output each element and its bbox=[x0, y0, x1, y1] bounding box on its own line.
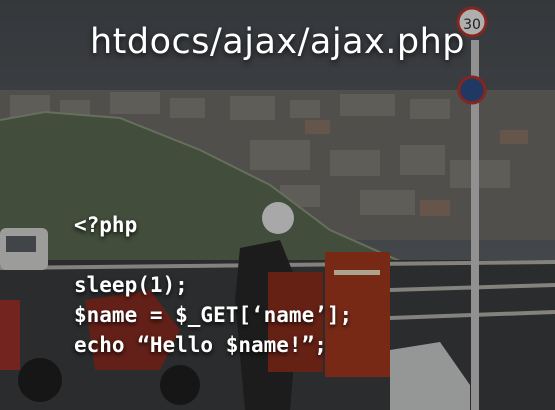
code-line: $name = $_GET[‘name’]; bbox=[74, 303, 353, 327]
code-line: sleep(1); bbox=[74, 273, 188, 297]
code-block: <?php sleep(1); $name = $_GET[‘name’];echo… bbox=[74, 210, 352, 360]
code-line: <?php bbox=[74, 213, 138, 237]
slide: 30 htdocs/ajax/ajax.php <?php sleep(1); $n… bbox=[0, 0, 555, 410]
slide-title: htdocs/ajax/ajax.php bbox=[89, 22, 465, 62]
code-line: echo “Hello $name!”; bbox=[74, 333, 327, 357]
